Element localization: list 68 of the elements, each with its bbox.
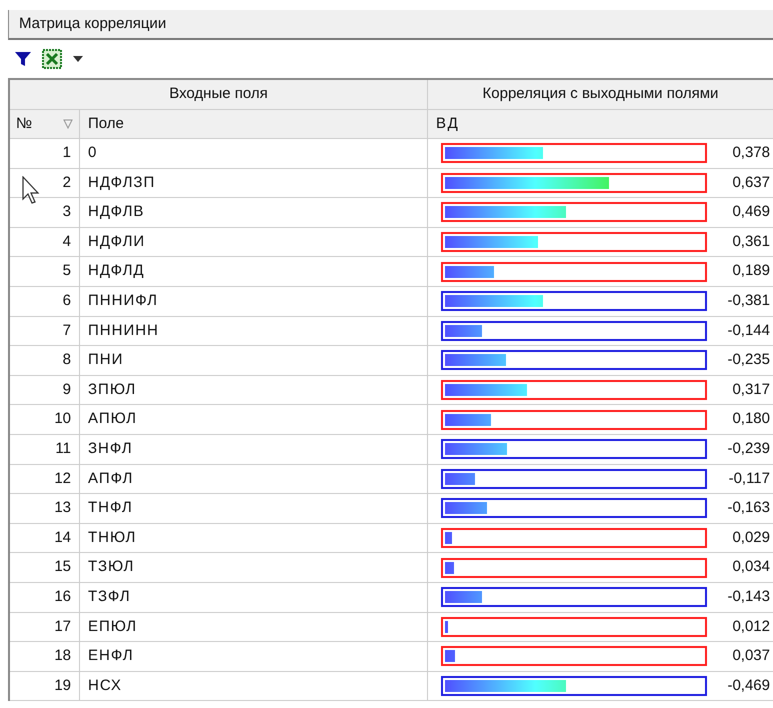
row-number: 15 (10, 553, 80, 582)
field-name: ЗПЮЛ (80, 376, 428, 404)
correlation-value: 0,317 (732, 380, 770, 400)
row-number: 17 (10, 612, 80, 642)
row-number: 16 (10, 582, 80, 612)
correlation-value: -0,239 (727, 438, 770, 459)
column-header[interactable]: Поле (80, 110, 428, 138)
field-name: ТЗФЛ (80, 582, 428, 612)
field-name: АПФЛ (80, 464, 428, 494)
sort-icon (63, 119, 73, 129)
row-number: 11 (10, 434, 80, 464)
correlation-value: -0,381 (727, 291, 770, 312)
correlation-value: -0,469 (727, 676, 770, 696)
correlation-value: 0,180 (732, 409, 770, 430)
field-name: ЕНФЛ (80, 642, 428, 671)
field-name: ЗНФЛ (80, 434, 428, 464)
column-group-header: Корреляция с выходными полями (482, 84, 720, 104)
field-name: ПННИФЛ (80, 286, 428, 316)
correlation-value: -0,143 (727, 586, 770, 607)
field-name: НДФЛЗП (80, 168, 428, 198)
correlation-value: -0,144 (727, 320, 770, 341)
correlation-value: 0,637 (732, 172, 770, 193)
correlation-value: 0,012 (732, 616, 770, 637)
field-name: НСХ (80, 672, 428, 700)
field-name: ПННИНН (80, 316, 428, 346)
field-name: НДФЛВ (80, 198, 428, 227)
spreadsheet-icon (42, 49, 62, 69)
row-number: 9 (10, 376, 80, 404)
field-name: НДФЛД (80, 257, 428, 286)
row-number: 14 (10, 524, 80, 552)
correlation-value: 0,469 (732, 202, 770, 222)
row-number: 6 (10, 286, 80, 316)
row-number: 7 (10, 316, 80, 346)
field-name: ТЗЮЛ (80, 553, 428, 582)
row-number: 8 (10, 346, 80, 375)
correlation-value: -0,163 (727, 498, 770, 518)
correlation-value: 0,034 (732, 557, 770, 578)
column-group-header: Входные поля (10, 80, 428, 109)
field-name: ТНФЛ (80, 494, 428, 523)
caret-icon (73, 56, 83, 62)
correlation-value: 0,029 (732, 528, 770, 548)
panel-title: Матрица корреляции (19, 14, 166, 34)
correlation-value: 0,361 (732, 232, 770, 252)
row-number: 19 (10, 672, 80, 700)
correlation-value: 0,378 (732, 143, 770, 164)
column-header[interactable]: № (10, 110, 80, 138)
row-number: 12 (10, 464, 80, 494)
correlation-value: 0,037 (732, 646, 770, 666)
field-name: ЕПЮЛ (80, 612, 428, 642)
row-number: 1 (10, 139, 80, 168)
field-name: АПЮЛ (80, 405, 428, 434)
field-name: 0 (80, 139, 428, 168)
filter-icon (14, 50, 32, 68)
correlation-value: -0,235 (727, 350, 770, 370)
row-number: 13 (10, 494, 80, 523)
row-number: 18 (10, 642, 80, 671)
filter-button[interactable] (14, 50, 32, 68)
row-number: 4 (10, 228, 80, 256)
export-button[interactable] (42, 49, 62, 69)
field-name: ПНИ (80, 346, 428, 375)
row-number: 10 (10, 405, 80, 434)
column-header[interactable]: ВД (428, 110, 773, 138)
mouse-cursor-icon (22, 176, 42, 204)
correlation-value: 0,189 (732, 261, 770, 282)
row-number: 5 (10, 257, 80, 286)
correlation-value: -0,117 (728, 468, 770, 489)
field-name: НДФЛИ (80, 228, 428, 256)
field-name: ТНЮЛ (80, 524, 428, 552)
